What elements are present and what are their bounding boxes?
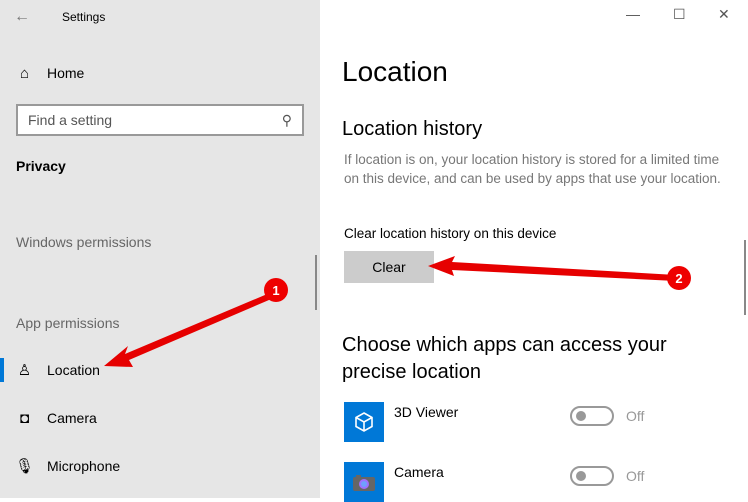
app-permissions-heading: App permissions xyxy=(16,315,120,331)
app-row-camera: Camera Off xyxy=(344,462,744,502)
clear-button[interactable]: Clear xyxy=(344,251,434,283)
app-name: Camera xyxy=(394,464,444,480)
microphone-label: Microphone xyxy=(47,458,121,474)
arrow-2 xyxy=(428,256,676,281)
sidebar-item-camera[interactable]: ◘ Camera xyxy=(0,398,320,438)
toggle-switch[interactable] xyxy=(570,406,614,426)
annotation-badge-2 xyxy=(667,266,691,290)
search-icon: ⚲ xyxy=(281,111,292,128)
home-icon: ⌂ xyxy=(19,64,30,82)
app-row-3d-viewer: 3D Viewer Off xyxy=(344,402,744,442)
annotation-number-2: 2 xyxy=(675,271,682,286)
app-title: Settings xyxy=(62,10,106,24)
camera-app-icon xyxy=(344,462,384,502)
location-label: Location xyxy=(47,362,100,378)
category-title: Privacy xyxy=(16,158,66,174)
sidebar-item-microphone[interactable]: 🎙︎ Microphone xyxy=(0,446,320,486)
toggle-state: Off xyxy=(626,468,645,484)
windows-permissions-heading: Windows permissions xyxy=(16,234,152,250)
camera-icon: ◘ xyxy=(19,409,30,427)
sidebar: ← Settings ⌂ Home Find a setting ⚲ Privacy… xyxy=(0,0,320,498)
main-scrollbar[interactable] xyxy=(744,240,746,315)
close-button[interactable]: ✕ xyxy=(718,6,730,23)
toggle-switch[interactable] xyxy=(570,466,614,486)
search-input[interactable]: Find a setting ⚲ xyxy=(16,104,304,136)
3d-viewer-icon xyxy=(344,402,384,442)
clear-label: Clear location history on this device xyxy=(344,226,557,241)
search-placeholder: Find a setting xyxy=(28,112,113,128)
apps-heading: Choose which apps can access your precis… xyxy=(342,334,667,383)
app-name: 3D Viewer xyxy=(394,404,459,420)
microphone-icon: 🎙︎ xyxy=(14,458,35,475)
toggle-state: Off xyxy=(626,408,645,424)
minimize-button[interactable]: — xyxy=(626,6,640,22)
history-heading: Location history xyxy=(342,118,483,140)
page-title: Location xyxy=(342,56,448,87)
sidebar-item-home[interactable]: ⌂ Home xyxy=(0,53,320,93)
history-description: If location is on, your location history… xyxy=(344,152,721,186)
location-icon: ♙ xyxy=(17,362,32,379)
camera-label: Camera xyxy=(47,410,97,426)
maximize-button[interactable]: ☐ xyxy=(673,6,686,23)
sidebar-scrollbar[interactable] xyxy=(315,255,317,310)
home-label: Home xyxy=(47,65,85,81)
sidebar-item-location[interactable]: ♙ Location xyxy=(0,350,320,390)
back-arrow-icon[interactable]: ← xyxy=(14,8,30,26)
